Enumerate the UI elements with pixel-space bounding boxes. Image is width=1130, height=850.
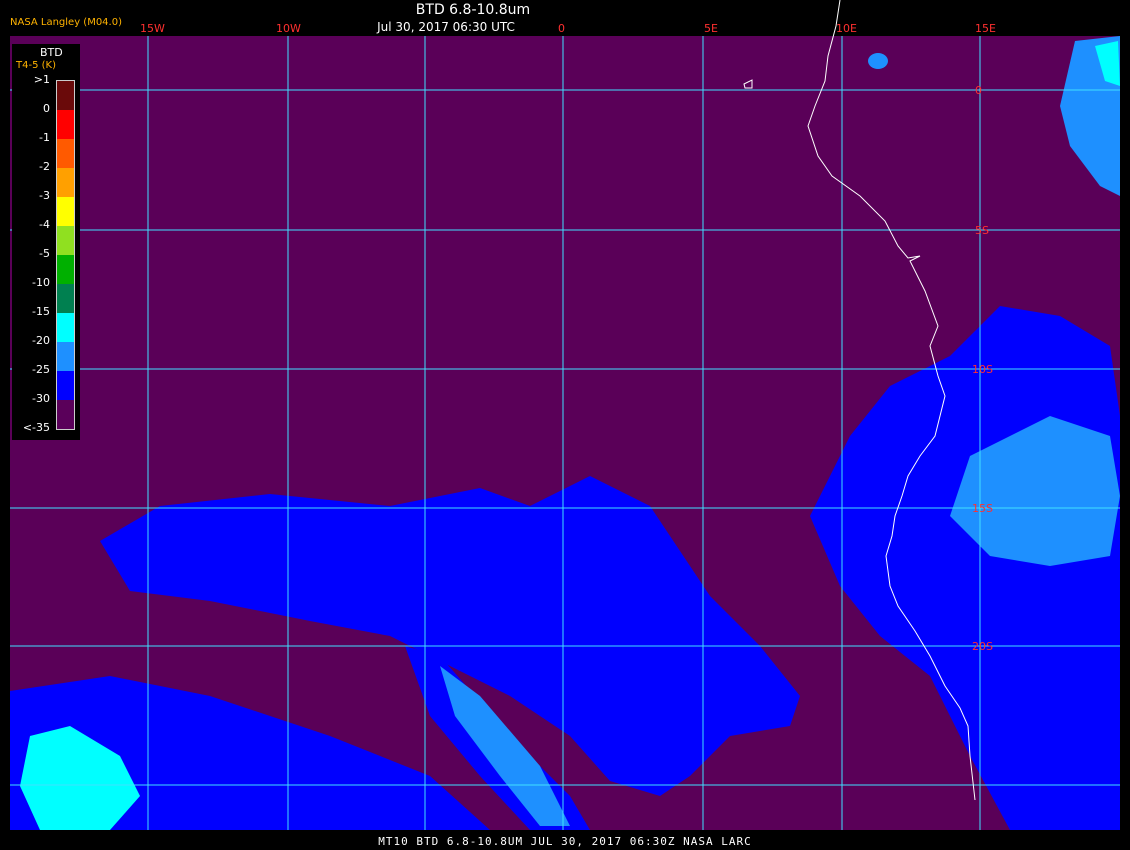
lat-label-20s: 20S <box>972 640 993 653</box>
footer-caption: MT10 BTD 6.8-10.8UM JUL 30, 2017 06:30Z … <box>378 835 752 848</box>
legend-tick-label: -1 <box>39 131 50 144</box>
lon-label-10e: 10E <box>836 22 857 35</box>
legend-swatch <box>57 81 74 110</box>
legend-swatch <box>57 255 74 284</box>
lat-label-15s: 15S <box>972 502 993 515</box>
image-timestamp: Jul 30, 2017 06:30 UTC <box>377 20 515 34</box>
legend-tick-label: -2 <box>39 160 50 173</box>
color-legend: BTD T4-5 (K) >1 0 -1 -2 -3 -4 -5 -10 -15 -20 -25 -3… <box>12 44 80 440</box>
lon-label-10w: 10W <box>276 22 301 35</box>
legend-swatch <box>57 371 74 400</box>
lat-label-5s: 5S <box>975 224 989 237</box>
lon-label-15w: 15W <box>140 22 165 35</box>
legend-swatch <box>57 400 74 429</box>
legend-tick-label: <-35 <box>22 421 50 434</box>
lat-label-10s: 10S <box>972 363 993 376</box>
legend-tick-label: -3 <box>39 189 50 202</box>
legend-color-bar <box>56 80 75 430</box>
lon-label-15e: 15E <box>975 22 996 35</box>
legend-tick-label: -10 <box>32 276 50 289</box>
legend-tick-label: -5 <box>39 247 50 260</box>
legend-tick-label: -30 <box>32 392 50 405</box>
credit-label: NASA Langley (M04.0) <box>10 17 122 28</box>
legend-swatch <box>57 168 74 197</box>
legend-tick-label: -20 <box>32 334 50 347</box>
lat-label-0: 0 <box>975 84 982 97</box>
satellite-map[interactable]: 15W 10W 0 5E 10E 15E 0 5S 10S 15S 20S <box>10 0 1120 830</box>
legend-swatch <box>57 226 74 255</box>
legend-swatch <box>57 197 74 226</box>
lon-label-5e: 5E <box>704 22 718 35</box>
image-title: BTD 6.8-10.8um <box>415 2 531 18</box>
legend-units: T4-5 (K) <box>16 60 56 71</box>
legend-swatch <box>57 139 74 168</box>
legend-tick-label: -4 <box>39 218 50 231</box>
legend-tick-label: >1 <box>33 73 50 86</box>
legend-swatch <box>57 110 74 139</box>
cloud-patch-north <box>868 53 888 69</box>
legend-swatch <box>57 342 74 371</box>
legend-title: BTD <box>40 46 63 59</box>
lon-label-0: 0 <box>558 22 565 35</box>
legend-swatch <box>57 313 74 342</box>
legend-swatch <box>57 284 74 313</box>
legend-tick-label: -25 <box>32 363 50 376</box>
legend-tick-label: 0 <box>43 102 50 115</box>
legend-tick-label: -15 <box>32 305 50 318</box>
